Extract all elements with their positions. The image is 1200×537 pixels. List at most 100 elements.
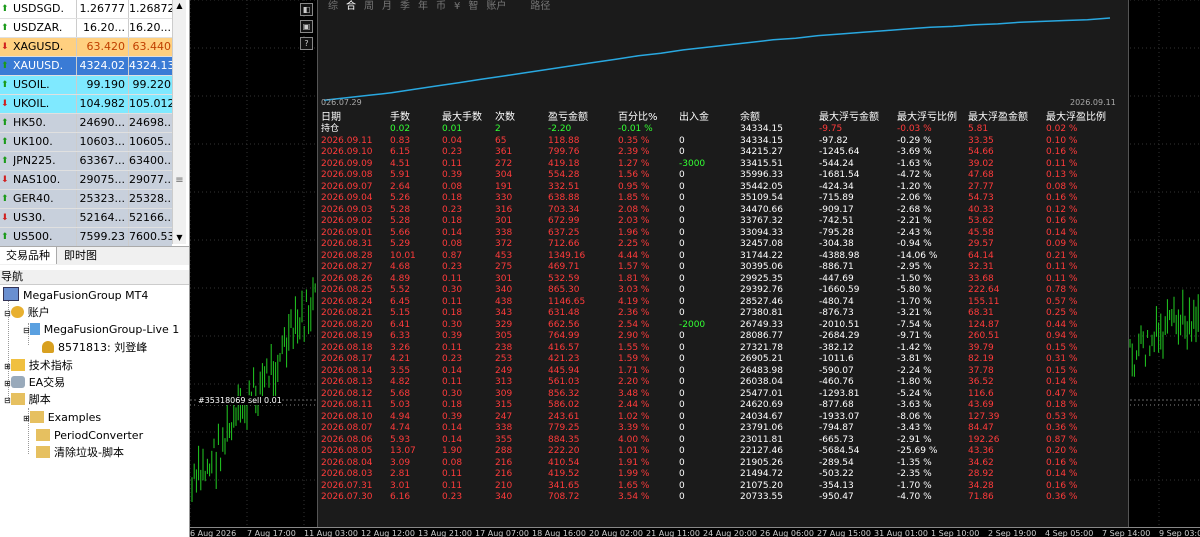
quote-row[interactable]: ⬇ UKOIL. 104.982 105.012 <box>0 95 175 114</box>
nav-server[interactable]: ⊟ MegaFusionGroup-Live 1 <box>23 321 179 338</box>
table-row: 2026.08.27 4.68 0.23 275 469.71 1.57 % 0 30395.… <box>318 262 1126 274</box>
equity-end-date: 2026.09.11 <box>1070 98 1116 107</box>
quote-row[interactable]: ⬆ HK50. 24690... 24698... <box>0 114 174 133</box>
arrow-down-icon: ⬇ <box>1 175 9 185</box>
scroll-down-icon[interactable]: ▼ <box>173 232 186 244</box>
table-cell: 最大浮亏金额 <box>819 112 879 123</box>
nav-ea[interactable]: ⊞ EA交易 <box>4 374 65 391</box>
table-cell: 34.28 <box>968 480 994 491</box>
chart-button-2-icon[interactable]: ◧ <box>300 3 313 16</box>
table-cell: 2026.08.13 <box>321 377 373 387</box>
table-row: 2026.09.04 5.26 0.18 330 638.88 1.85 % 0 35109.… <box>318 193 1126 205</box>
table-cell: 216 <box>495 469 513 479</box>
table-row: 2026.08.25 5.52 0.30 340 865.30 3.03 % 0 29392.… <box>318 285 1126 297</box>
arrow-up-icon: ⬆ <box>1 4 9 14</box>
table-row: 2026.09.09 4.51 0.11 272 419.18 1.27 % -3000 33… <box>318 159 1126 171</box>
scroll-grip-icon[interactable]: ≡ <box>174 170 185 192</box>
table-cell: 2026.08.18 <box>321 342 373 353</box>
quote-symbol: UKOIL. <box>13 97 50 110</box>
quote-row[interactable]: ⬇ NAS100. 29075... 29077... <box>0 171 174 190</box>
quote-row[interactable]: ⬆ USOIL. 99.190 99.220 <box>0 76 172 95</box>
table-cell: 260.51 <box>968 331 1000 341</box>
table-cell: 2.81 <box>390 469 411 479</box>
quote-row[interactable]: ⬆ XAUUSD. 4324.02 4324.13 <box>0 57 175 76</box>
table-cell: 0.14 % <box>1046 227 1078 238</box>
nav-scripts[interactable]: ⊟ 脚本 <box>4 391 51 408</box>
order-label[interactable]: #35318069 sell 0.01 <box>198 396 282 405</box>
quote-ask: 105.012 <box>128 95 175 113</box>
table-cell: 210 <box>495 480 513 491</box>
table-cell: 275 <box>495 262 513 272</box>
table-cell: 0.02 <box>390 124 411 134</box>
table-cell: 0.30 <box>442 388 463 399</box>
table-cell: 0.11 <box>442 342 463 353</box>
table-cell: 5.93 <box>390 434 411 445</box>
table-cell: 0.11 % <box>1046 262 1078 272</box>
table-cell: 0.87 % <box>1046 434 1078 445</box>
table-cell: 2.25 % <box>618 239 650 249</box>
chart-button-1-icon[interactable]: ▣ <box>300 20 313 33</box>
table-cell: 0 <box>679 492 685 502</box>
table-cell: 1.55 % <box>618 342 650 353</box>
table-cell: 34470.66 <box>740 204 783 215</box>
table-cell: 2026.08.17 <box>321 354 373 364</box>
table-cell: 68.31 <box>968 308 994 318</box>
table-row: 2026.09.10 6.15 0.23 361 799.76 2.39 % 0 34215.… <box>318 147 1126 159</box>
table-row: 2026.07.31 3.01 0.11 210 341.65 1.65 % 0 21075.… <box>318 481 1126 493</box>
nav-clean-script[interactable]: 清除垃圾-脚本 <box>36 444 124 461</box>
table-cell: 4.82 <box>390 377 411 387</box>
table-cell: 2026.08.04 <box>321 457 373 468</box>
quote-row[interactable]: ⬆ UK100. 10603... 10605... <box>0 133 174 152</box>
market-watch-scrollbar[interactable]: ▲ ≡ ▼ <box>172 0 186 244</box>
table-cell: 662.56 <box>548 319 580 330</box>
expand-icon[interactable]: ⊞ <box>4 379 11 388</box>
quote-row[interactable]: ⬆ GER40. 25323... 25328... <box>0 190 174 209</box>
expand-icon[interactable]: ⊟ <box>4 396 11 405</box>
tab-symbols[interactable]: 交易品种 <box>0 247 57 264</box>
tab-tick-chart[interactable]: 即时图 <box>58 247 103 264</box>
nav-examples[interactable]: ⊞ Examples <box>23 409 101 426</box>
quote-row[interactable]: ⬆ US500. 7599.23 7600.53 <box>0 228 175 247</box>
table-cell: 0.18 <box>442 216 463 226</box>
table-cell: 34215.27 <box>740 147 783 157</box>
nav-indicators[interactable]: ⊞ 技术指标 <box>4 357 73 374</box>
price-chart[interactable]: #35318069 sell 0.01 ▣ ◧ ? 综合周月季年币 ¥ 智账户 路径 … <box>190 0 1200 537</box>
table-cell: 1.91 % <box>618 457 650 468</box>
nav-accounts[interactable]: ⊟ 账户 <box>4 304 50 321</box>
nav-root[interactable]: MegaFusionGroup MT4 <box>3 287 148 304</box>
nav-period-converter[interactable]: PeriodConverter <box>36 427 143 444</box>
nav-account-item[interactable]: 8571813: 刘登峰 <box>42 339 147 356</box>
table-cell: 0.30 <box>442 285 463 295</box>
table-cell: -1245.64 <box>819 147 860 157</box>
table-cell: 316 <box>495 204 513 215</box>
scroll-up-icon[interactable]: ▲ <box>173 0 186 12</box>
quote-bid: 63367... <box>76 152 128 170</box>
expand-icon[interactable]: ⊞ <box>4 362 11 371</box>
table-cell: 6.41 <box>390 319 411 330</box>
arrow-down-icon: ⬇ <box>1 42 9 52</box>
table-cell: -794.87 <box>819 423 854 433</box>
quote-row[interactable]: ⬆ USDSGD. 1.26777 1.26872 <box>0 0 175 19</box>
quote-row[interactable]: ⬆ JPN225. 63367... 63400... <box>0 152 174 171</box>
table-cell: 340 <box>495 285 513 295</box>
quote-bid: 1.26777 <box>76 0 128 18</box>
table-cell: 最大浮亏比例 <box>897 112 957 123</box>
table-cell: -2.68 % <box>897 204 932 215</box>
market-watch: ⬆ USDSGD. 1.26777 1.26872 ⬆ USDZAR. 16.20... 16… <box>0 0 185 247</box>
help-icon[interactable]: ? <box>300 37 313 50</box>
table-cell: 3.03 % <box>618 285 650 295</box>
table-cell: 343 <box>495 308 513 318</box>
quote-symbol: XAUUSD. <box>13 59 64 72</box>
table-row: 2026.08.06 5.93 0.14 355 884.35 4.00 % 0 23011.… <box>318 435 1126 447</box>
table-cell: 21494.72 <box>740 469 783 479</box>
expand-icon[interactable]: ⊟ <box>4 309 11 318</box>
expand-icon[interactable]: ⊟ <box>23 326 30 335</box>
quote-row[interactable]: ⬇ XAGUSD. 63.420 63.440 <box>0 38 172 57</box>
quote-row[interactable]: ⬇ US30. 52164... 52166... <box>0 209 174 228</box>
table-cell: -4388.98 <box>819 250 860 261</box>
expand-icon[interactable]: ⊞ <box>23 414 30 423</box>
quote-row[interactable]: ⬆ USDZAR. 16.20... 16.20... <box>0 19 172 38</box>
table-cell: -3.69 % <box>897 147 932 157</box>
ea-icon <box>10 376 25 388</box>
table-cell: -2.95 % <box>897 262 932 272</box>
